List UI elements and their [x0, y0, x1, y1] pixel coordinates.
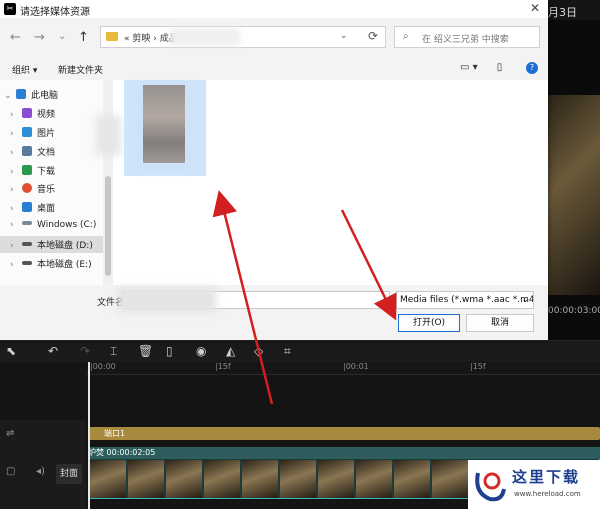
file-name-blur	[118, 287, 216, 313]
drive-icon	[22, 221, 32, 225]
video-clip-label: 炉焚 00:00:02:05	[88, 447, 600, 459]
forward-icon[interactable]: →	[34, 30, 45, 45]
sidebar-item-desktop[interactable]: › 桌面	[10, 201, 55, 219]
dialog-title: 请选择媒体资源	[20, 7, 90, 18]
crop-frame-icon[interactable]: ▯	[166, 344, 173, 358]
redo-icon[interactable]: ↷	[80, 344, 90, 358]
breadcrumb-blur	[170, 28, 240, 46]
clip-frame	[204, 460, 240, 498]
sidebar-item-videos[interactable]: › 视频	[10, 107, 55, 125]
drive-icon	[22, 261, 32, 265]
playhead[interactable]	[88, 362, 90, 509]
ruler-tick: |15f	[470, 362, 486, 371]
sidebar-item-drive-e[interactable]: › 本地磁盘 (E:)	[10, 257, 92, 275]
clip-frame	[280, 460, 316, 498]
sidebar-item-downloads[interactable]: › 下载	[10, 164, 55, 182]
drive-icon	[22, 242, 32, 246]
desktop-icon	[22, 202, 32, 212]
text-clip-label: 端口1	[104, 429, 126, 438]
clip-frame	[432, 460, 468, 498]
crop-icon[interactable]: ⌗	[284, 344, 291, 359]
up-icon[interactable]: ↑	[78, 30, 89, 45]
clip-frame	[242, 460, 278, 498]
back-icon[interactable]: ←	[10, 30, 21, 45]
blurred-region	[95, 115, 121, 155]
help-icon[interactable]: ?	[526, 62, 538, 74]
split-icon[interactable]: ⌶	[110, 344, 117, 359]
delete-icon[interactable]: 🗑	[138, 344, 153, 358]
adjust-icon[interactable]: ⇌	[6, 428, 14, 439]
clip-frame	[128, 460, 164, 498]
download-icon	[22, 165, 32, 175]
select-icon[interactable]: ⬉	[6, 344, 16, 358]
view-options-icon[interactable]: ▭ ▾ ▯	[460, 62, 502, 73]
recent-dropdown-icon[interactable]: ⌄	[58, 31, 66, 42]
ruler-tick: |15f	[215, 362, 231, 371]
search-placeholder: 在 绍义三兄弟 中搜索	[422, 35, 509, 45]
video-icon	[22, 108, 32, 118]
sidebar-item-drive-c[interactable]: › Windows (C:)	[10, 220, 96, 238]
watermark-logo	[475, 472, 506, 502]
close-button[interactable]: ✕	[524, 1, 546, 17]
sidebar-item-this-pc[interactable]: ⌄ 此电脑	[4, 88, 58, 106]
play-circle-icon[interactable]: ◉	[196, 344, 206, 358]
folder-icon	[106, 32, 118, 41]
app-icon: ✂	[4, 3, 16, 15]
ruler-tick: |00:01	[343, 362, 369, 371]
clip-frame	[356, 460, 392, 498]
undo-icon[interactable]: ↶	[48, 344, 58, 358]
organize-button[interactable]: 组织 ▾	[12, 63, 37, 76]
watermark-title: 这里下载	[512, 468, 581, 486]
preview-frame	[548, 95, 600, 295]
chevron-down-icon: ⌄	[521, 295, 529, 305]
picture-icon	[22, 127, 32, 137]
mute-icon[interactable]: ◂)	[36, 466, 45, 477]
cancel-button[interactable]: 取消	[466, 314, 534, 332]
document-icon	[22, 146, 32, 156]
clip-frame	[318, 460, 354, 498]
date-label: 月3日	[548, 6, 577, 19]
open-button[interactable]: 打开(O)	[398, 314, 460, 332]
sidebar-item-documents[interactable]: › 文档	[10, 145, 55, 163]
watermark-url: www.hereload.com	[514, 490, 581, 498]
music-icon	[22, 183, 32, 193]
address-dropdown-icon[interactable]: ⌄	[340, 31, 348, 41]
mirror-icon[interactable]: ◭	[226, 344, 235, 358]
sidebar-item-music[interactable]: › 音乐	[10, 182, 55, 200]
clip-frame	[166, 460, 202, 498]
rotate-icon[interactable]: ◇	[254, 344, 263, 358]
file-type-select[interactable]: Media files (*.wma *.aac *.m4 ⌄	[396, 291, 534, 309]
nav-scrollbar-thumb[interactable]	[105, 176, 111, 276]
sidebar-item-pictures[interactable]: › 图片	[10, 126, 55, 144]
preview-timecode: 00:00:03:00	[548, 306, 600, 316]
cover-button[interactable]: 封面	[56, 464, 82, 484]
refresh-icon[interactable]: ⟳	[368, 29, 378, 43]
clip-frame	[394, 460, 430, 498]
sidebar-item-drive-d[interactable]: › 本地磁盘 (D:)	[10, 238, 93, 256]
mosaic-overlay	[136, 82, 192, 172]
search-icon: ⌕	[403, 31, 409, 42]
track-display-icon[interactable]: ▢	[6, 466, 15, 477]
computer-icon	[16, 89, 26, 99]
ruler-tick: |00:00	[90, 362, 116, 371]
new-folder-button[interactable]: 新建文件夹	[58, 63, 103, 76]
text-clip[interactable]: 端口1	[88, 427, 600, 440]
clip-frame	[90, 460, 126, 498]
